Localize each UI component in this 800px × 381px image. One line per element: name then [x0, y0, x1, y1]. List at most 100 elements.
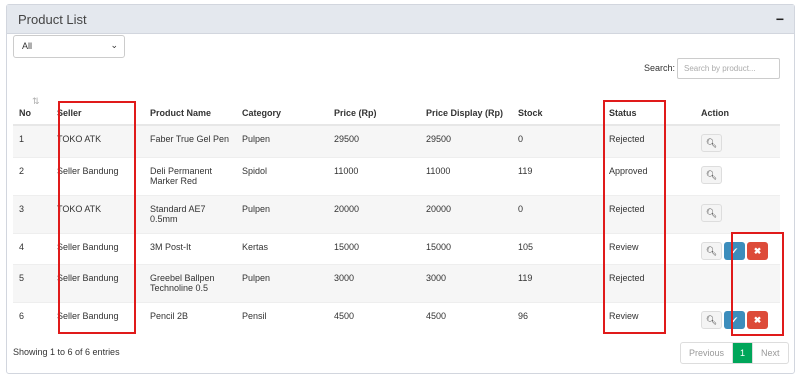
header-product-name[interactable]: Product Name	[144, 87, 236, 126]
cell-stock: 0	[512, 124, 603, 157]
cell-category: Kertas	[236, 232, 328, 264]
cell-status: Approved	[603, 156, 695, 195]
check-icon: ✔	[730, 245, 739, 256]
table-row: 3 TOKO ATK Standard AE7 0.5mm Pulpen 200…	[13, 194, 780, 233]
cell-price-display: 15000	[420, 232, 512, 264]
cell-action: 🔍︎ ✔ ✖	[695, 301, 780, 333]
reject-button[interactable]: ✖	[747, 241, 768, 260]
cell-price-display: 3000	[420, 263, 512, 302]
cell-price-display: 4500	[420, 301, 512, 333]
view-button[interactable]: 🔍︎	[701, 134, 722, 152]
cell-price-display: 20000	[420, 194, 512, 233]
cell-price-display: 11000	[420, 156, 512, 195]
cell-status: Review	[603, 301, 695, 333]
cell-no: 4	[13, 232, 51, 264]
table-row: 2 Seller Bandung Deli Permanent Marker R…	[13, 156, 780, 195]
cell-action: 🔍︎	[695, 124, 780, 157]
cell-status: Rejected	[603, 263, 695, 302]
cell-price: 3000	[328, 263, 420, 302]
table-header-row: No Seller Product Name Category Price (R…	[13, 87, 780, 126]
panel-title: Product List	[18, 12, 87, 27]
cell-seller: Seller Bandung	[51, 156, 144, 195]
cell-no: 6	[13, 301, 51, 333]
product-table: No Seller Product Name Category Price (R…	[13, 87, 780, 333]
cell-category: Pensil	[236, 301, 328, 333]
next-page-button[interactable]: Next	[753, 343, 788, 363]
cell-stock: 119	[512, 263, 603, 302]
search-icon: 🔍︎	[705, 245, 718, 256]
previous-page-button[interactable]: Previous	[681, 343, 734, 363]
header-no[interactable]: No	[13, 87, 51, 126]
cell-stock: 0	[512, 194, 603, 233]
header-stock[interactable]: Stock	[512, 87, 603, 126]
cell-stock: 119	[512, 156, 603, 195]
cell-no: 1	[13, 124, 51, 157]
cell-action	[695, 263, 780, 302]
cell-action: 🔍︎	[695, 194, 780, 233]
cell-no: 5	[13, 263, 51, 302]
cell-price: 20000	[328, 194, 420, 233]
cell-action: 🔍︎	[695, 156, 780, 195]
cell-seller: Seller Bandung	[51, 232, 144, 264]
cell-product: Deli Permanent Marker Red	[144, 156, 236, 195]
cell-price: 29500	[328, 124, 420, 157]
cell-no: 2	[13, 156, 51, 195]
status-filter-select[interactable]: All ⌄	[13, 35, 125, 58]
header-action: Action	[695, 87, 780, 126]
table-row: 6 Seller Bandung Pencil 2B Pensil 4500 4…	[13, 301, 780, 333]
cell-price: 11000	[328, 156, 420, 195]
reject-button[interactable]: ✖	[747, 310, 768, 329]
cell-status: Rejected	[603, 124, 695, 157]
header-price[interactable]: Price (Rp)	[328, 87, 420, 126]
cell-seller: TOKO ATK	[51, 194, 144, 233]
cell-category: Spidol	[236, 156, 328, 195]
cell-status: Review	[603, 232, 695, 264]
header-status[interactable]: Status	[603, 87, 695, 126]
cell-action: 🔍︎ ✔ ✖	[695, 232, 780, 264]
entries-info: Showing 1 to 6 of 6 entries	[13, 347, 120, 357]
cell-product: Faber True Gel Pen	[144, 124, 236, 157]
minus-icon[interactable]: −	[776, 11, 784, 27]
cell-stock: 96	[512, 301, 603, 333]
cell-category: Pulpen	[236, 124, 328, 157]
cell-status: Rejected	[603, 194, 695, 233]
cell-stock: 105	[512, 232, 603, 264]
search-icon: 🔍︎	[705, 314, 718, 325]
check-icon: ✔	[730, 314, 739, 325]
header-category[interactable]: Category	[236, 87, 328, 126]
cell-price: 4500	[328, 301, 420, 333]
cell-product: Standard AE7 0.5mm	[144, 194, 236, 233]
cell-category: Pulpen	[236, 263, 328, 302]
table-row: 4 Seller Bandung 3M Post-It Kertas 15000…	[13, 232, 780, 264]
filter-selected-value: All	[22, 41, 33, 51]
cell-seller: TOKO ATK	[51, 124, 144, 157]
table-row: 5 Seller Bandung Greebel Ballpen Technol…	[13, 263, 780, 302]
header-seller[interactable]: Seller	[51, 87, 144, 126]
close-icon: ✖	[753, 245, 762, 256]
chevron-down-icon: ⌄	[110, 40, 118, 50]
page-1-button[interactable]: 1	[733, 343, 754, 363]
search-icon: 🔍︎	[705, 138, 718, 148]
cell-price: 15000	[328, 232, 420, 264]
approve-button[interactable]: ✔	[724, 241, 745, 260]
approve-button[interactable]: ✔	[724, 310, 745, 329]
search-input[interactable]	[677, 58, 780, 79]
header-price-display[interactable]: Price Display (Rp)	[420, 87, 512, 126]
cell-seller: Seller Bandung	[51, 263, 144, 302]
view-button[interactable]: 🔍︎	[701, 310, 722, 329]
search-label: Search:	[644, 63, 676, 73]
table-row: 1 TOKO ATK Faber True Gel Pen Pulpen 295…	[13, 124, 780, 157]
cell-price-display: 29500	[420, 124, 512, 157]
cell-category: Pulpen	[236, 194, 328, 233]
view-button[interactable]: 🔍︎	[701, 241, 722, 260]
cell-seller: Seller Bandung	[51, 301, 144, 333]
cell-product: 3M Post-It	[144, 232, 236, 264]
close-icon: ✖	[753, 314, 762, 325]
cell-no: 3	[13, 194, 51, 233]
pagination: Previous 1 Next	[680, 342, 789, 364]
view-button[interactable]: 🔍︎	[701, 165, 722, 184]
panel-header: Product List −	[7, 5, 794, 34]
search-icon: 🔍︎	[705, 169, 718, 180]
cell-product: Pencil 2B	[144, 301, 236, 333]
view-button[interactable]: 🔍︎	[701, 203, 722, 222]
